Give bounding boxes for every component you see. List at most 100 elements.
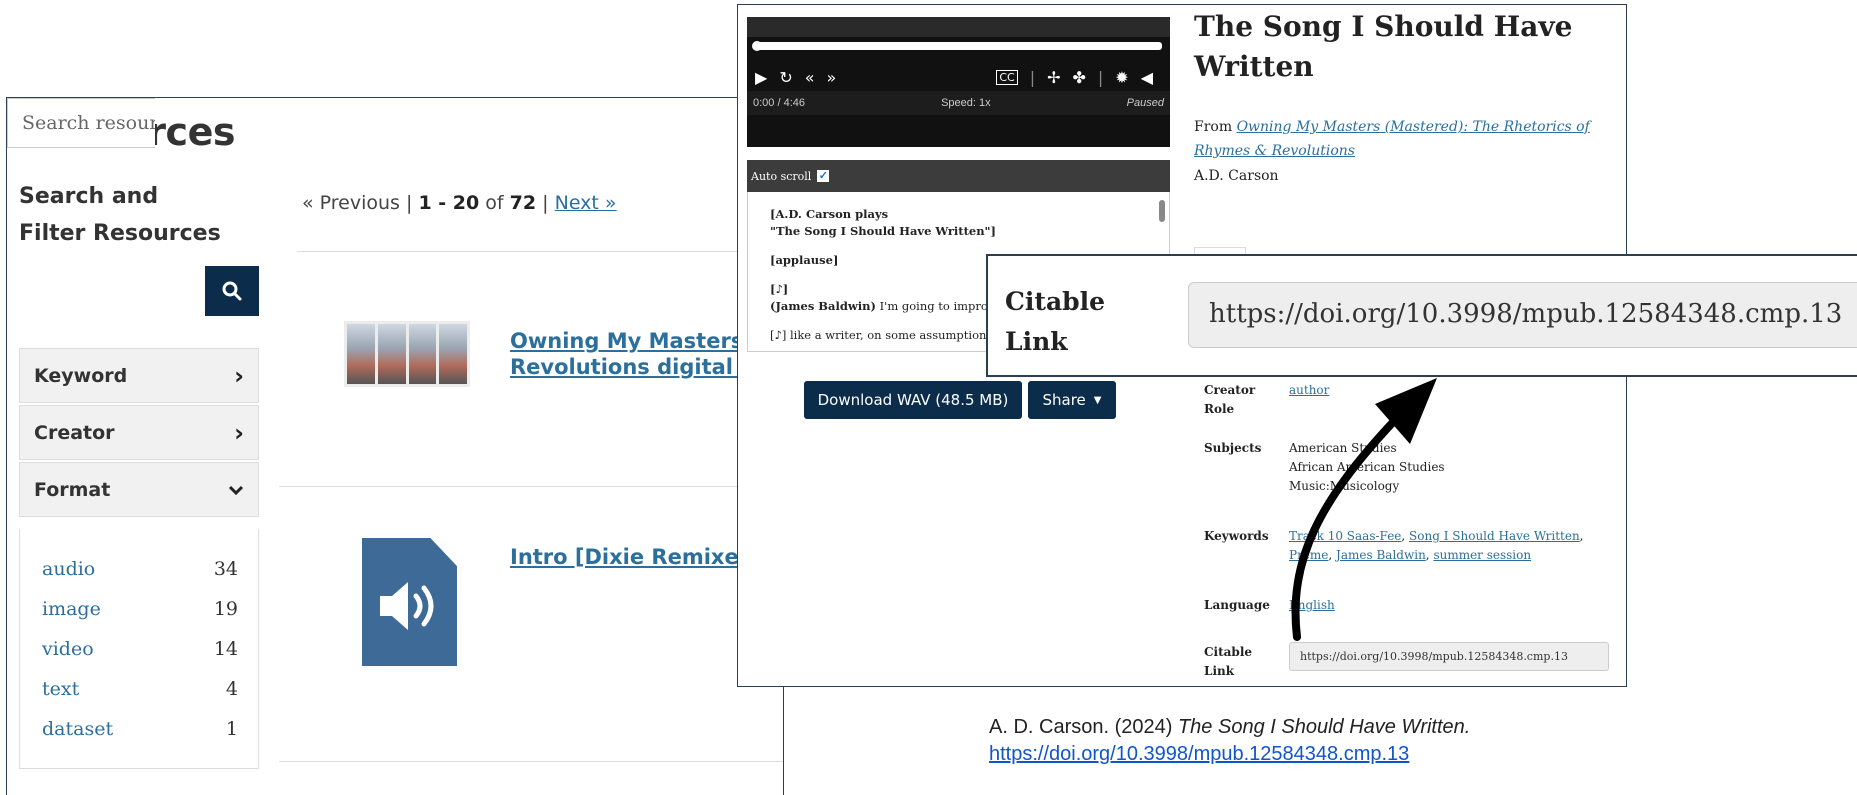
pager-total: 72: [509, 192, 537, 214]
transcript-scrollbar[interactable]: [1159, 200, 1165, 222]
search-input[interactable]: Search resourc: [7, 98, 155, 148]
result-link-intro-dixie[interactable]: Intro [Dixie Remixed: [510, 544, 754, 570]
format-count: 4: [225, 678, 238, 700]
subject-item: African American Studies: [1289, 460, 1445, 474]
pager-of: of: [485, 192, 504, 214]
format-label[interactable]: video: [42, 638, 94, 660]
keyword-link[interactable]: Song I Should Have Written: [1409, 529, 1580, 543]
album-cover: [439, 324, 467, 384]
citation-authors: A. D. Carson. (2024): [989, 716, 1178, 738]
player-speed[interactable]: Speed: 1x: [941, 97, 991, 109]
pager-prev: « Previous |: [302, 192, 413, 214]
facet-format-label: Format: [34, 478, 111, 501]
citation-url-link[interactable]: https://doi.org/10.3998/mpub.12584348.cm…: [989, 743, 1409, 765]
fast-forward-icon[interactable]: »: [827, 68, 837, 87]
chevron-right-icon: ›: [234, 418, 244, 447]
divider: [279, 486, 783, 487]
player-controls: ▶ ↻ « » CC | ✢ ✤ | ✹ ◀: [755, 65, 1165, 89]
result-link-line[interactable]: Owning My Masters: [510, 328, 755, 354]
transcript-line: [A.D. Carson plays "The Song I Should Hav…: [770, 206, 1147, 240]
keyword-link[interactable]: summer session: [1433, 548, 1531, 562]
meta-key-citable-link: Citable Link: [1204, 645, 1253, 678]
divider: [279, 761, 783, 762]
transcript-text: [A.D. Carson plays: [770, 207, 889, 221]
pager-sep: |: [542, 192, 549, 214]
format-count: 19: [213, 598, 238, 620]
creator-role-link[interactable]: author: [1289, 383, 1329, 397]
share-label: Share: [1042, 391, 1086, 409]
rabbit-icon[interactable]: ✢: [1047, 68, 1060, 87]
format-option-dataset[interactable]: dataset 1: [42, 709, 238, 749]
separator: |: [1029, 67, 1036, 87]
citation: A. D. Carson. (2024) The Song I Should H…: [989, 714, 1470, 768]
player-top-bar: [747, 17, 1170, 37]
pagination: « Previous | 1 - 20 of 72 | Next »: [302, 192, 617, 214]
download-wav-button[interactable]: Download WAV (48.5 MB): [804, 381, 1022, 419]
player-time: 0:00 / 4:46: [753, 97, 805, 109]
separator: |: [1097, 67, 1104, 87]
speaker-icon: [380, 582, 434, 630]
transcript-text: "The Song I Should Have Written"]: [770, 224, 996, 238]
autoscroll-checkbox[interactable]: ✓: [817, 170, 830, 182]
audio-player: ▶ ↻ « » CC | ✢ ✤ | ✹ ◀ 0:00 / 4:46 Speed…: [747, 17, 1170, 147]
citable-link-zoom-callout: Citable Link https://doi.org/10.3998/mpu…: [986, 254, 1857, 377]
play-icon[interactable]: ▶: [755, 68, 767, 87]
keyword-link[interactable]: Preme: [1289, 548, 1328, 562]
result-link-owning-my-masters[interactable]: Owning My Masters Revolutions digital b: [510, 328, 755, 380]
item-title: The Song I Should Have Written: [1194, 10, 1573, 83]
format-count: 14: [213, 638, 238, 660]
chevron-right-icon: ›: [234, 361, 244, 390]
subject-item: Music:Musicology: [1289, 479, 1400, 493]
captions-icon[interactable]: CC: [996, 69, 1018, 85]
transcript-speaker: (James Baldwin): [770, 299, 876, 313]
format-option-image[interactable]: image 19: [42, 589, 238, 629]
share-button[interactable]: Share ▼: [1028, 381, 1116, 419]
citation-line: A. D. Carson. (2024) The Song I Should H…: [989, 714, 1470, 741]
album-cover: [377, 324, 406, 384]
citable-link-field[interactable]: https://doi.org/10.3998/mpub.12584348.cm…: [1289, 642, 1609, 671]
facet-keyword[interactable]: Keyword ›: [19, 348, 259, 403]
format-options: audio 34 image 19 video 14 text 4 datase…: [19, 529, 259, 769]
autoscroll-bar: Auto scroll ✓: [747, 160, 1170, 192]
facet-keyword-label: Keyword: [34, 364, 128, 387]
meta-key-creator-role: Creator Role: [1204, 383, 1256, 416]
divider: [297, 251, 783, 252]
facet-creator-label: Creator: [34, 421, 115, 444]
source-link[interactable]: Owning My Masters (Mastered): The Rhetor…: [1194, 119, 1590, 159]
result-thumbnail-album[interactable]: [344, 321, 470, 387]
chevron-down-icon: [228, 485, 244, 495]
rewind-icon[interactable]: «: [805, 68, 815, 87]
turtle-icon[interactable]: ✤: [1072, 68, 1085, 87]
result-link-line[interactable]: Revolutions digital b: [510, 354, 755, 380]
caret-down-icon: ▼: [1093, 394, 1102, 406]
album-cover: [408, 324, 437, 384]
subject-item: American Studies: [1289, 441, 1397, 455]
progress-bar[interactable]: [755, 42, 1162, 50]
language-link[interactable]: English: [1289, 598, 1335, 612]
format-label[interactable]: audio: [42, 558, 95, 580]
format-label[interactable]: text: [42, 678, 79, 700]
pager-next-link[interactable]: Next »: [555, 192, 617, 214]
volume-icon[interactable]: ◀: [1141, 68, 1153, 87]
meta-key-subjects: Subjects: [1204, 441, 1262, 455]
format-option-text[interactable]: text 4: [42, 669, 238, 709]
format-option-audio[interactable]: audio 34: [42, 549, 238, 589]
keyword-link[interactable]: Track 10 Saas-Fee: [1289, 529, 1401, 543]
format-label[interactable]: dataset: [42, 718, 113, 740]
search-button[interactable]: [205, 266, 259, 316]
meta-val-language: English: [1289, 596, 1335, 615]
format-count: 34: [213, 558, 238, 580]
format-label[interactable]: image: [42, 598, 101, 620]
search-icon: [222, 281, 242, 301]
gear-icon[interactable]: ✹: [1115, 68, 1128, 87]
replay-icon[interactable]: ↻: [779, 68, 792, 87]
progress-handle[interactable]: [752, 41, 762, 51]
transcript-text: [applause]: [770, 253, 839, 267]
keyword-link[interactable]: James Baldwin: [1336, 548, 1426, 562]
facet-format[interactable]: Format: [19, 462, 259, 517]
facet-creator[interactable]: Creator ›: [19, 405, 259, 460]
player-status: Paused: [1126, 97, 1164, 109]
zoom-citable-link-field[interactable]: https://doi.org/10.3998/mpub.12584348.cm…: [1188, 282, 1857, 348]
meta-val-subjects: American Studies African American Studie…: [1289, 439, 1445, 496]
format-option-video[interactable]: video 14: [42, 629, 238, 669]
